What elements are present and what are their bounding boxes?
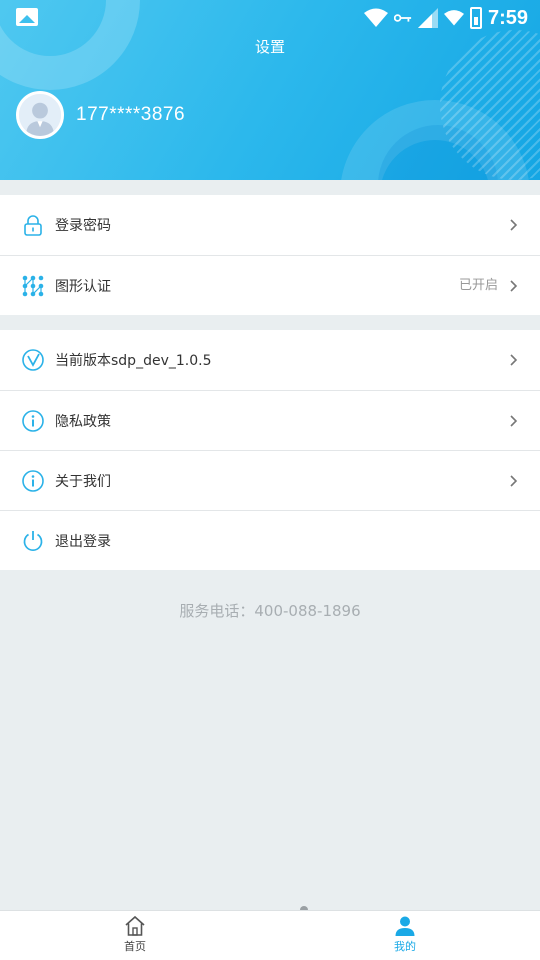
signal-icon [417,8,438,28]
page-title: 设置 [254,38,285,56]
row-label: 图形认证 [55,278,111,295]
version-v-icon [21,348,45,372]
nav-item-mine[interactable]: 我的 [375,915,435,954]
key-icon [393,14,412,22]
chevron-right-icon [510,354,518,366]
row-label: 关于我们 [55,473,111,490]
row-label: 登录密码 [55,218,111,234]
row-label: 当前版本sdp_dev_1.0.5 [55,353,212,369]
person-icon [395,916,415,936]
home-icon [125,915,145,936]
lock-icon [21,213,45,237]
privacy-policy-row[interactable]: 隐私政策 [0,390,540,450]
battery-icon [469,7,482,29]
user-phone[interactable]: 177****3876 [76,104,185,126]
chevron-right-icon [510,415,518,427]
info-circle-icon [21,409,45,433]
wifi-icon [443,10,464,26]
about-us-row[interactable]: 关于我们 [0,450,540,510]
login-password-row[interactable]: 登录密码 [0,195,540,255]
logout-row[interactable]: 退出登录 [0,510,540,570]
chevron-right-icon [510,219,518,231]
nav-item-home[interactable]: 首页 [105,915,165,954]
status-text: 已开启 [458,278,498,293]
status-bar: 7:59 [0,0,540,36]
user-avatar-icon[interactable] [16,91,64,139]
version-row[interactable]: 当前版本sdp_dev_1.0.5 [0,330,540,390]
row-label: 退出登录 [55,533,111,550]
chevron-right-icon [510,475,518,487]
pattern-grid-icon [21,274,45,298]
status-time: 7:59 [487,6,528,29]
nav-label: 我的 [394,940,416,953]
service-phone[interactable]: 服务电话：400-088-1896 [0,600,540,621]
info-circle-icon [21,469,45,493]
power-icon [21,529,45,553]
nav-label: 首页 [124,940,146,953]
wifi-icon [363,8,388,27]
image-icon [16,8,38,26]
profile-header: 7:59 设置 177****3876 [0,0,540,180]
chevron-right-icon [510,280,518,292]
row-label: 隐私政策 [55,413,111,430]
security-group: 登录密码 图形认证 已开启 [0,195,540,315]
bottom-nav: 首页 我的 [0,910,540,960]
info-group: 当前版本sdp_dev_1.0.5 隐私政策 关于我们 退出登录 [0,330,540,570]
pattern-auth-row[interactable]: 图形认证 已开启 [0,255,540,315]
